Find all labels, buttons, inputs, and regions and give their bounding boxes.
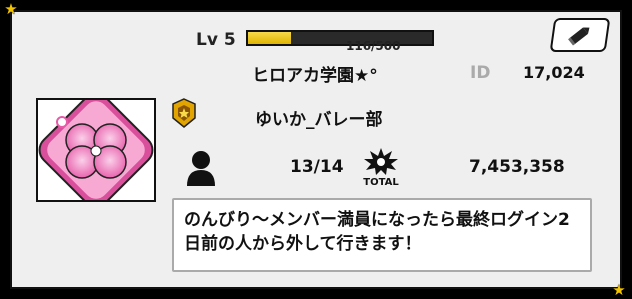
xp-text: 116/500 (346, 39, 401, 53)
clover-emblem (38, 100, 154, 200)
corner-star-icon: ★ (4, 0, 18, 18)
level-label: Lv 5 (196, 30, 236, 50)
id-value: 17,024 (523, 63, 585, 82)
member-count: 13/14 (290, 157, 344, 177)
total-burst-icon: TOTAL (363, 148, 399, 187)
rank-badge-icon (172, 98, 196, 128)
club-description: のんびり〜メンバー満員になったら最終ログイン2日前の人から外して行きます！ (172, 198, 592, 272)
corner-star-icon: ★ (612, 281, 626, 299)
id-label: ID (470, 63, 491, 83)
member-silhouette-icon (187, 151, 215, 186)
total-value: 7,453,358 (469, 157, 565, 177)
emblem-frame (36, 98, 156, 202)
pencil-icon (568, 27, 590, 46)
club-name: ヒロアカ学園★° (252, 66, 378, 86)
edit-button[interactable] (549, 18, 611, 52)
xp-bar-fill (248, 32, 291, 44)
leader-name: ゆいか_バレー部 (255, 110, 383, 130)
xp-bar (246, 30, 434, 46)
total-label: TOTAL (363, 177, 399, 187)
